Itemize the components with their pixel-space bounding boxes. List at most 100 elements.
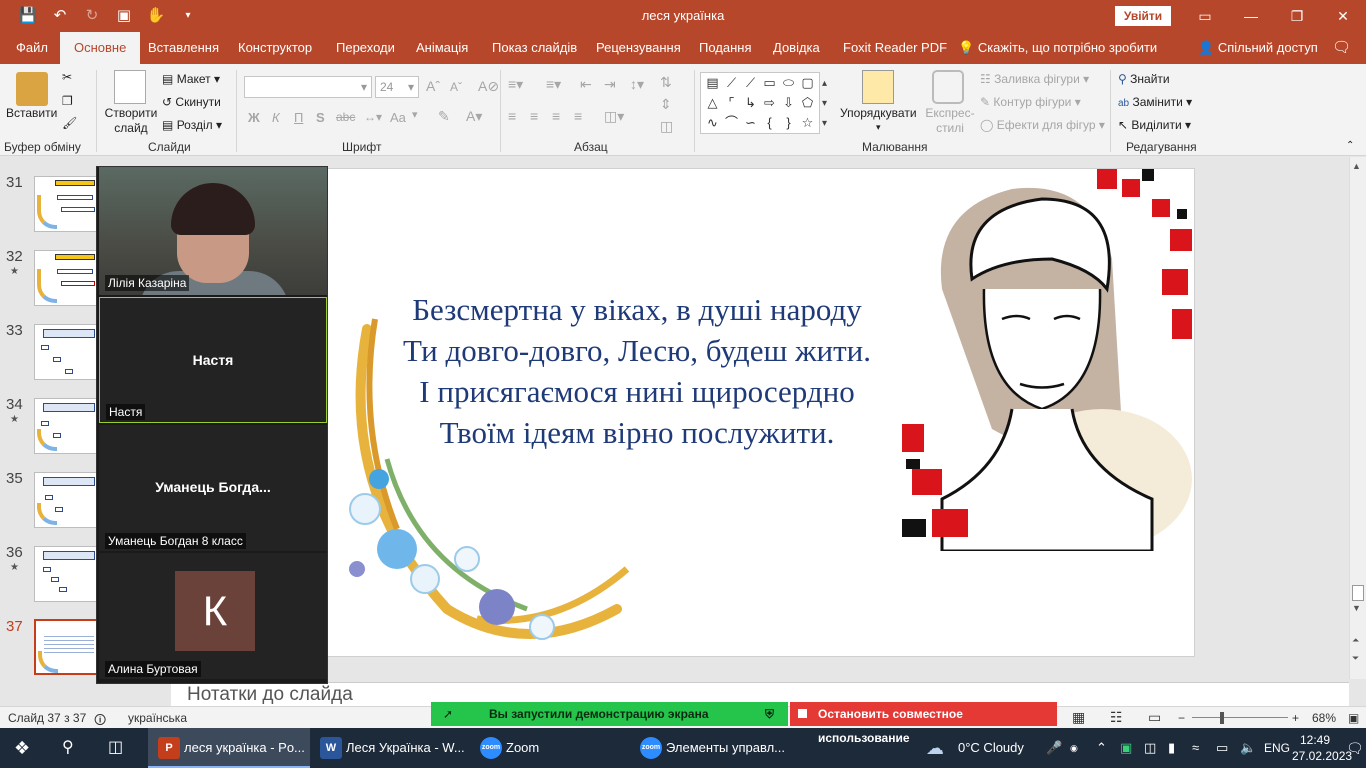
input-language[interactable]: ENG xyxy=(1264,728,1290,768)
quick-styles-button[interactable]: Експрес-стилі xyxy=(922,106,978,136)
tab-slideshow[interactable]: Показ слайдів xyxy=(492,32,577,64)
rectangle-shape-icon[interactable]: ▭ xyxy=(760,73,779,93)
smartart-icon[interactable]: ◫ xyxy=(660,118,673,135)
highlight-icon[interactable]: ✎ xyxy=(438,108,450,125)
windows-start-icon[interactable]: ❖ xyxy=(14,728,30,768)
share-button[interactable]: 👤 Спільний доступ xyxy=(1198,32,1318,64)
scrollbar-thumb[interactable] xyxy=(1352,585,1364,601)
increase-indent-icon[interactable]: ⇥ xyxy=(604,76,616,93)
line-shape-icon[interactable]: ⟋ xyxy=(741,73,760,93)
participant-tile[interactable]: Уманець Богда... Уманець Богдан 8 класс xyxy=(99,425,327,551)
slide-thumbnail[interactable] xyxy=(34,398,98,454)
italic-button[interactable]: К xyxy=(272,110,280,125)
font-size-combo[interactable]: 24 ▾ xyxy=(375,76,419,98)
bold-button[interactable]: Ж xyxy=(248,110,260,125)
minimize-icon[interactable]: — xyxy=(1228,0,1274,32)
battery-icon[interactable]: ▮ xyxy=(1168,728,1175,768)
zoom-in-icon[interactable]: + xyxy=(1292,711,1299,725)
stop-share-button[interactable]: Остановить совместное использование xyxy=(790,702,1057,745)
tab-view[interactable]: Подання xyxy=(699,32,752,64)
tell-me-search[interactable]: 💡 Скажіть, що потрібно зробити xyxy=(958,32,1157,64)
slide-thumbnail[interactable] xyxy=(34,250,98,306)
elbow-connector-icon[interactable]: ⌜ xyxy=(722,93,741,113)
justify-icon[interactable]: ≡ xyxy=(574,108,582,124)
slide-thumbnail[interactable] xyxy=(34,176,98,232)
reading-view-icon[interactable]: ▭ xyxy=(1148,709,1161,726)
right-brace-shape-icon[interactable]: } xyxy=(779,113,798,133)
freeform-shape-icon[interactable]: ∿ xyxy=(703,113,722,133)
slide-thumbnail[interactable] xyxy=(34,324,98,380)
close-icon[interactable]: ✕ xyxy=(1320,0,1366,32)
slide-sorter-icon[interactable]: ☷ xyxy=(1110,709,1123,726)
wifi-icon[interactable]: ≈ xyxy=(1192,728,1199,768)
triangle-shape-icon[interactable]: △ xyxy=(703,93,722,113)
taskbar-app-word[interactable]: W Леся Українка - W... xyxy=(310,728,470,768)
search-icon[interactable]: ⚲ xyxy=(62,728,74,768)
clear-format-icon[interactable]: A⊘ xyxy=(478,78,499,95)
cut-icon[interactable]: ✂ xyxy=(62,70,72,84)
paste-button[interactable]: Вставити xyxy=(6,106,57,120)
select-button[interactable]: ↖ Виділити ▾ xyxy=(1118,118,1191,132)
scroll-down-icon[interactable]: ▼ xyxy=(1352,603,1361,613)
font-name-combo[interactable]: ▾ xyxy=(244,76,372,98)
right-arrow-shape-icon[interactable]: ⇨ xyxy=(760,93,779,113)
textbox-shape-icon[interactable]: ▤ xyxy=(703,73,722,93)
taskbar-app-powerpoint[interactable]: P леся українка - Po... xyxy=(148,728,310,768)
tab-home[interactable]: Основне xyxy=(60,32,141,64)
maximize-icon[interactable]: ❐ xyxy=(1274,0,1320,32)
new-slide-icon[interactable] xyxy=(114,70,146,104)
zoom-slider-track[interactable] xyxy=(1192,717,1288,718)
network-icon[interactable]: ◫ xyxy=(1144,728,1156,768)
new-slide-button[interactable]: Створити слайд xyxy=(104,106,158,136)
previous-slide-icon[interactable]: ⏶ xyxy=(1352,635,1359,646)
participant-tile[interactable]: Лілія Казаріна xyxy=(99,167,327,295)
left-brace-shape-icon[interactable]: { xyxy=(760,113,779,133)
scroll-up-icon[interactable]: ▲ xyxy=(1352,161,1361,171)
tab-insert[interactable]: Вставлення xyxy=(148,32,219,64)
down-arrow-shape-icon[interactable]: ⇩ xyxy=(779,93,798,113)
tab-transitions[interactable]: Переходи xyxy=(336,32,395,64)
slide-thumbnail-current[interactable] xyxy=(34,619,98,675)
align-left-icon[interactable]: ≡ xyxy=(508,108,516,124)
zoom-participant-panel[interactable]: Лілія Казаріна Настя Настя Уманець Богда… xyxy=(96,166,328,684)
volume-icon[interactable]: 🔈 xyxy=(1240,728,1256,768)
slide-canvas[interactable]: Безсмертна у віках, в душі народу Ти дов… xyxy=(326,168,1195,657)
section-button[interactable]: ▤ Розділ ▾ xyxy=(162,118,222,132)
zoom-tray-icon[interactable]: ◉ xyxy=(1070,728,1078,768)
zoom-slider-handle[interactable] xyxy=(1220,712,1224,724)
zoom-out-icon[interactable]: − xyxy=(1178,711,1185,725)
taskbar-app-zoom-controls[interactable]: zoom Элементы управл... xyxy=(630,728,800,768)
tray-app-icon[interactable]: ▣ xyxy=(1120,728,1132,768)
grow-font-icon[interactable]: Aˆ xyxy=(426,78,440,94)
format-painter-icon[interactable]: 🖌 xyxy=(62,116,77,130)
elbow-arrow-icon[interactable]: ↳ xyxy=(741,93,760,113)
notifications-icon[interactable]: 🗨 xyxy=(1346,728,1364,768)
tab-help[interactable]: Довідка xyxy=(773,32,820,64)
language-indicator[interactable]: українська xyxy=(128,711,187,725)
align-center-icon[interactable]: ≡ xyxy=(530,108,538,124)
fit-to-window-icon[interactable]: ▣ xyxy=(1348,711,1359,725)
oval-shape-icon[interactable]: ⬭ xyxy=(779,73,798,93)
text-direction-icon[interactable]: ⇅ xyxy=(660,74,672,91)
taskbar-app-zoom[interactable]: zoom Zoom xyxy=(470,728,630,768)
underline-button[interactable]: П xyxy=(294,110,303,125)
find-button[interactable]: ⚲ Знайти xyxy=(1118,72,1170,86)
char-spacing-icon[interactable]: ↔▾ xyxy=(364,110,382,124)
arc-shape-icon[interactable]: ⌒ xyxy=(722,113,741,133)
ribbon-display-icon[interactable]: ▭ xyxy=(1182,0,1228,32)
rounded-rect-shape-icon[interactable]: ▢ xyxy=(798,73,817,93)
line-spacing-icon[interactable]: ↕▾ xyxy=(630,76,644,93)
tab-design[interactable]: Конструктор xyxy=(238,32,312,64)
participant-tile-active-speaker[interactable]: Настя Настя xyxy=(99,297,327,423)
copy-icon[interactable]: ❐ xyxy=(62,94,73,108)
chevron-down-icon[interactable]: ▾ xyxy=(412,108,418,121)
align-right-icon[interactable]: ≡ xyxy=(552,108,560,124)
change-case-button[interactable]: Aa xyxy=(390,110,406,125)
shape-fill-button[interactable]: ☷ Заливка фігури ▾ xyxy=(980,72,1089,86)
collapse-ribbon-icon[interactable]: ⌃ xyxy=(1346,140,1354,151)
layout-button[interactable]: ▤ Макет ▾ xyxy=(162,72,220,86)
normal-view-icon[interactable]: ▦ xyxy=(1072,709,1085,726)
chevron-up-icon[interactable]: ⌃ xyxy=(1096,728,1107,768)
slide-thumbnail[interactable] xyxy=(34,546,98,602)
bullets-icon[interactable]: ≡▾ xyxy=(508,76,523,93)
